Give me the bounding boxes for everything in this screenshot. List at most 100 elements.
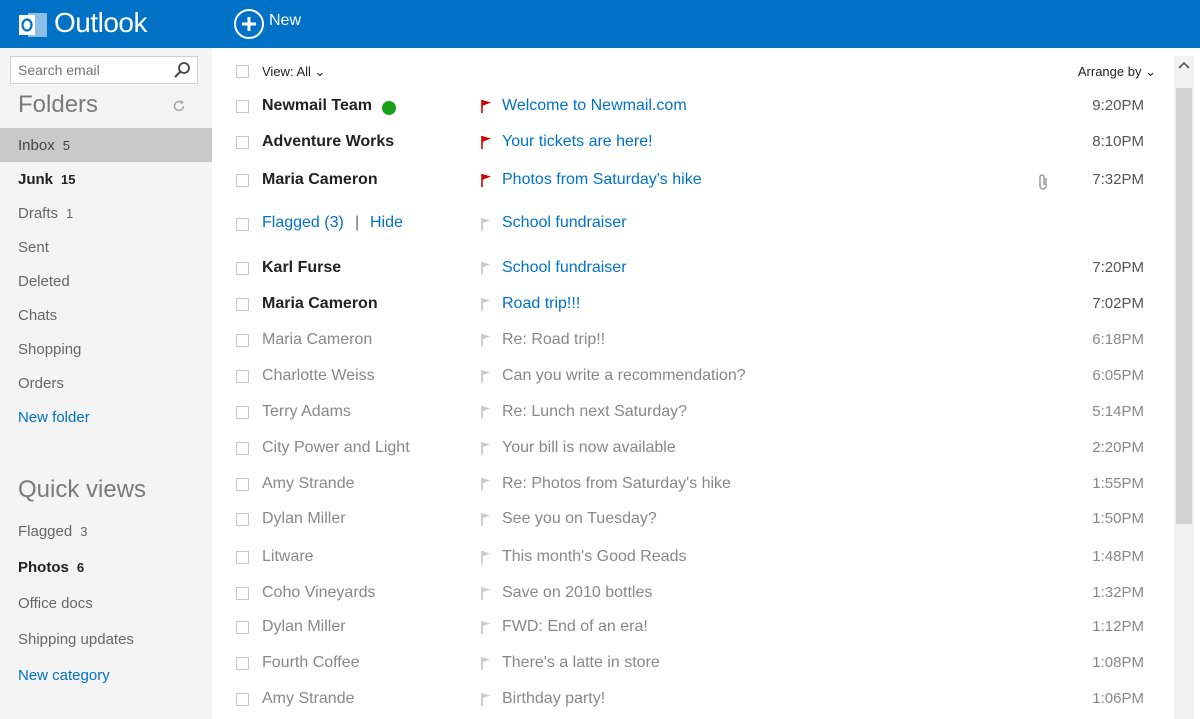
flag-icon[interactable] xyxy=(480,173,492,187)
message-row[interactable]: Maria Cameron Photos from Saturday's hik… xyxy=(212,162,1172,198)
hide-flagged-link[interactable]: Hide xyxy=(370,214,403,232)
flag-icon[interactable] xyxy=(480,656,492,670)
folder-orders[interactable]: Orders xyxy=(0,366,212,400)
message-time: 9:20PM xyxy=(1092,97,1144,114)
message-checkbox[interactable] xyxy=(236,621,249,634)
message-checkbox[interactable] xyxy=(236,587,249,600)
flag-icon[interactable] xyxy=(480,405,492,419)
flag-icon[interactable] xyxy=(480,261,492,275)
search-icon[interactable] xyxy=(173,61,191,79)
message-time: 8:10PM xyxy=(1092,133,1144,150)
message-checkbox[interactable] xyxy=(236,478,249,491)
message-row[interactable]: Fourth Coffee There's a latte in store 1… xyxy=(212,645,1172,681)
message-checkbox[interactable] xyxy=(236,513,249,526)
message-sender: Amy Strande xyxy=(262,690,355,707)
flag-icon[interactable] xyxy=(480,512,492,526)
refresh-folders-icon[interactable] xyxy=(172,99,186,113)
flag-icon[interactable] xyxy=(480,297,492,311)
new-category-link[interactable]: New category xyxy=(0,658,212,692)
folder-deleted[interactable]: Deleted xyxy=(0,264,212,298)
message-checkbox[interactable] xyxy=(236,657,249,670)
folders-heading: Folders xyxy=(18,91,99,118)
message-checkbox[interactable] xyxy=(236,174,249,187)
message-sender: Dylan Miller xyxy=(262,618,346,635)
message-row[interactable]: Maria Cameron Re: Road trip!! 6:18PM xyxy=(212,322,1172,358)
view-filter-dropdown[interactable]: View: All ⌄ xyxy=(262,64,325,80)
message-row[interactable]: Terry Adams Re: Lunch next Saturday? 5:1… xyxy=(212,394,1172,430)
flag-icon[interactable] xyxy=(480,99,492,113)
folder-label: Junk xyxy=(18,170,54,188)
message-checkbox[interactable] xyxy=(236,370,249,383)
scroll-up-arrow-icon[interactable] xyxy=(1178,60,1190,70)
flag-icon[interactable] xyxy=(480,620,492,634)
folder-sent[interactable]: Sent xyxy=(0,230,212,264)
message-row[interactable]: Dylan Miller See you on Tuesday? 1:50PM xyxy=(212,501,1172,537)
flag-icon[interactable] xyxy=(480,217,492,231)
select-all-checkbox[interactable] xyxy=(236,65,249,78)
message-time: 5:14PM xyxy=(1092,403,1144,420)
quick-view-photos[interactable]: Photos 6 xyxy=(0,550,212,584)
message-subject: Your bill is now available xyxy=(502,439,676,456)
flag-icon[interactable] xyxy=(480,550,492,564)
flag-icon[interactable] xyxy=(480,333,492,347)
flag-icon[interactable] xyxy=(480,692,492,706)
flag-icon[interactable] xyxy=(480,369,492,383)
message-row[interactable]: Charlotte Weiss Can you write a recommen… xyxy=(212,358,1172,394)
folder-junk[interactable]: Junk 15 xyxy=(0,162,212,196)
message-checkbox[interactable] xyxy=(236,136,249,149)
new-message-button[interactable]: New xyxy=(234,8,301,40)
message-time: 1:32PM xyxy=(1092,584,1144,601)
arrange-by-dropdown[interactable]: Arrange by ⌄ xyxy=(1078,64,1156,80)
message-time: 7:32PM xyxy=(1092,171,1144,188)
folder-label: Orders xyxy=(18,374,64,392)
message-row[interactable]: Adventure Works Your tickets are here! 8… xyxy=(212,124,1172,160)
folder-label: Chats xyxy=(18,306,58,324)
message-checkbox[interactable] xyxy=(236,298,249,311)
item-count: 3 xyxy=(80,523,88,539)
message-checkbox[interactable] xyxy=(236,100,249,113)
scrollbar-thumb[interactable] xyxy=(1176,88,1192,524)
flagged-group-link[interactable]: Flagged (3) xyxy=(262,214,344,232)
folder-label: Sent xyxy=(18,238,49,256)
flag-icon[interactable] xyxy=(480,441,492,455)
message-subject[interactable]: School fundraiser xyxy=(502,214,627,232)
folder-inbox[interactable]: Inbox 5 xyxy=(0,128,212,162)
message-subject: School fundraiser xyxy=(502,259,627,276)
message-row[interactable]: City Power and Light Your bill is now av… xyxy=(212,430,1172,466)
message-checkbox[interactable] xyxy=(236,334,249,347)
message-subject: This month's Good Reads xyxy=(502,548,687,565)
message-checkbox[interactable] xyxy=(236,442,249,455)
vertical-scrollbar[interactable] xyxy=(1174,56,1194,719)
flagged-group-checkbox[interactable] xyxy=(236,218,249,231)
message-row[interactable]: Litware This month's Good Reads 1:48PM xyxy=(212,539,1172,575)
message-row[interactable]: Amy Strande Birthday party! 1:06PM xyxy=(212,681,1172,717)
folder-shopping[interactable]: Shopping xyxy=(0,332,212,366)
new-folder-link[interactable]: New folder xyxy=(0,400,212,434)
message-subject: Birthday party! xyxy=(502,690,606,707)
folder-drafts[interactable]: Drafts 1 xyxy=(0,196,212,230)
quick-view-label: Flagged xyxy=(18,522,73,540)
message-row[interactable]: Newmail Team Welcome to Newmail.com 9:20… xyxy=(212,88,1172,124)
unread-count: 5 xyxy=(62,137,70,153)
flag-icon[interactable] xyxy=(480,586,492,600)
quick-view-office-docs[interactable]: Office docs xyxy=(0,586,212,620)
flag-icon[interactable] xyxy=(480,477,492,491)
message-row[interactable]: Dylan Miller FWD: End of an era! 1:12PM xyxy=(212,609,1172,645)
app-brand[interactable]: Outlook xyxy=(54,6,148,40)
search-input[interactable] xyxy=(11,57,161,83)
message-checkbox[interactable] xyxy=(236,551,249,564)
message-row[interactable]: Maria Cameron Road trip!!! 7:02PM xyxy=(212,286,1172,322)
message-checkbox[interactable] xyxy=(236,406,249,419)
folder-chats[interactable]: Chats xyxy=(0,298,212,332)
flag-icon[interactable] xyxy=(480,135,492,149)
outlook-logo-icon[interactable] xyxy=(18,11,48,39)
message-row[interactable]: Amy Strande Re: Photos from Saturday's h… xyxy=(212,466,1172,502)
message-row[interactable]: Coho Vineyards Save on 2010 bottles 1:32… xyxy=(212,575,1172,611)
quick-view-flagged[interactable]: Flagged 3 xyxy=(0,514,212,548)
chevron-down-icon: ⌄ xyxy=(314,64,326,79)
quick-view-shipping-updates[interactable]: Shipping updates xyxy=(0,622,212,656)
message-row[interactable]: Karl Furse School fundraiser 7:20PM xyxy=(212,250,1172,286)
left-navigation-pane: Folders Inbox 5 Junk 15 Drafts 1 Sent De… xyxy=(0,48,212,719)
message-checkbox[interactable] xyxy=(236,262,249,275)
message-checkbox[interactable] xyxy=(236,693,249,706)
